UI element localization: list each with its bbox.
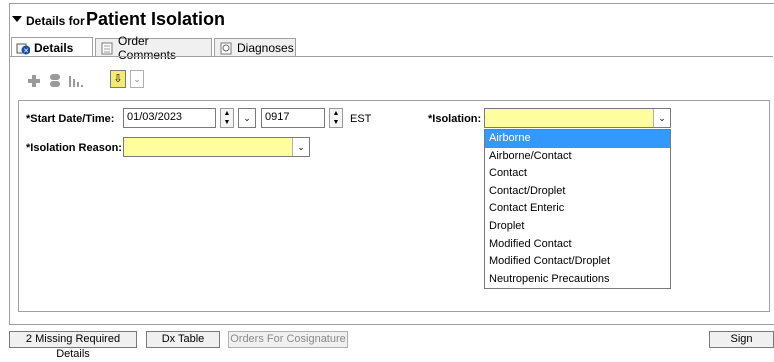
isolation-chevron-icon[interactable]: ⌄ — [653, 109, 670, 127]
orders-cosignature-button[interactable]: Orders For Cosignature — [228, 331, 348, 348]
tab-details[interactable]: ✕ Details — [11, 37, 93, 57]
isolation-option[interactable]: Droplet — [485, 218, 670, 236]
tab-details-label: Details — [34, 40, 74, 55]
dx-table-button[interactable]: Dx Table — [146, 331, 220, 348]
start-date-field[interactable]: 01/03/2023 — [123, 108, 216, 128]
header-prefix: Details for — [26, 14, 85, 28]
isolation-label: *Isolation: — [428, 113, 482, 125]
tab-diagnoses-label: Diagnoses — [237, 40, 294, 55]
date-picker-dropdown[interactable]: ⌄ — [238, 108, 256, 128]
comments-icon — [100, 41, 114, 55]
tab-order-comments[interactable]: Order Comments — [95, 34, 212, 62]
diagnoses-icon — [219, 41, 233, 55]
start-time-field[interactable]: 0917 — [261, 108, 325, 128]
date-chevron-icon: ⌄ — [239, 109, 255, 127]
isolation-options-list: Airborne Airborne/Contact Contact Contac… — [484, 129, 671, 289]
isolation-option[interactable]: Contact Enteric — [485, 200, 670, 218]
timezone-label: EST — [350, 113, 372, 125]
chevron-down-icon[interactable]: ⌄ — [130, 70, 144, 88]
down-arrow-icon[interactable]: ⇩ — [110, 70, 126, 88]
add-icon[interactable] — [27, 74, 41, 91]
isolation-option[interactable]: Modified Contact — [485, 236, 670, 254]
isolation-option[interactable]: Modified Contact/Droplet — [485, 253, 670, 271]
sign-button[interactable]: Sign — [709, 331, 774, 348]
isolation-reason-dropdown[interactable]: ⌄ — [123, 137, 310, 157]
isolation-option[interactable]: Airborne — [485, 130, 670, 148]
isolation-option[interactable]: Contact/Droplet — [485, 183, 670, 201]
tab-divider — [9, 56, 773, 57]
isolation-reason-chevron-icon[interactable]: ⌄ — [292, 138, 309, 156]
start-datetime-label: *Start Date/Time: — [26, 113, 115, 125]
tab-order-comments-label: Order Comments — [118, 33, 177, 62]
missing-details-button[interactable]: 2 Missing Required Details — [9, 331, 137, 360]
isolation-option[interactable]: Neutropenic Precautions — [485, 271, 670, 289]
bar-chart-icon[interactable] — [68, 74, 84, 91]
isolation-reason-label: *Isolation Reason: — [26, 142, 122, 154]
tab-diagnoses[interactable]: Diagnoses — [214, 38, 296, 56]
page-title: Patient Isolation — [86, 9, 226, 29]
isolation-option[interactable]: Airborne/Contact — [485, 148, 670, 166]
pill-icon[interactable] — [48, 73, 62, 92]
svg-text:✕: ✕ — [23, 47, 29, 55]
time-spinner[interactable]: ▲ ▼ — [329, 108, 343, 128]
details-icon: ✕ — [16, 41, 31, 55]
date-spinner[interactable]: ▲ ▼ — [220, 108, 234, 128]
collapse-triangle-icon[interactable] — [12, 16, 22, 22]
isolation-option[interactable]: Contact — [485, 165, 670, 183]
isolation-dropdown[interactable]: ⌄ — [484, 108, 671, 128]
